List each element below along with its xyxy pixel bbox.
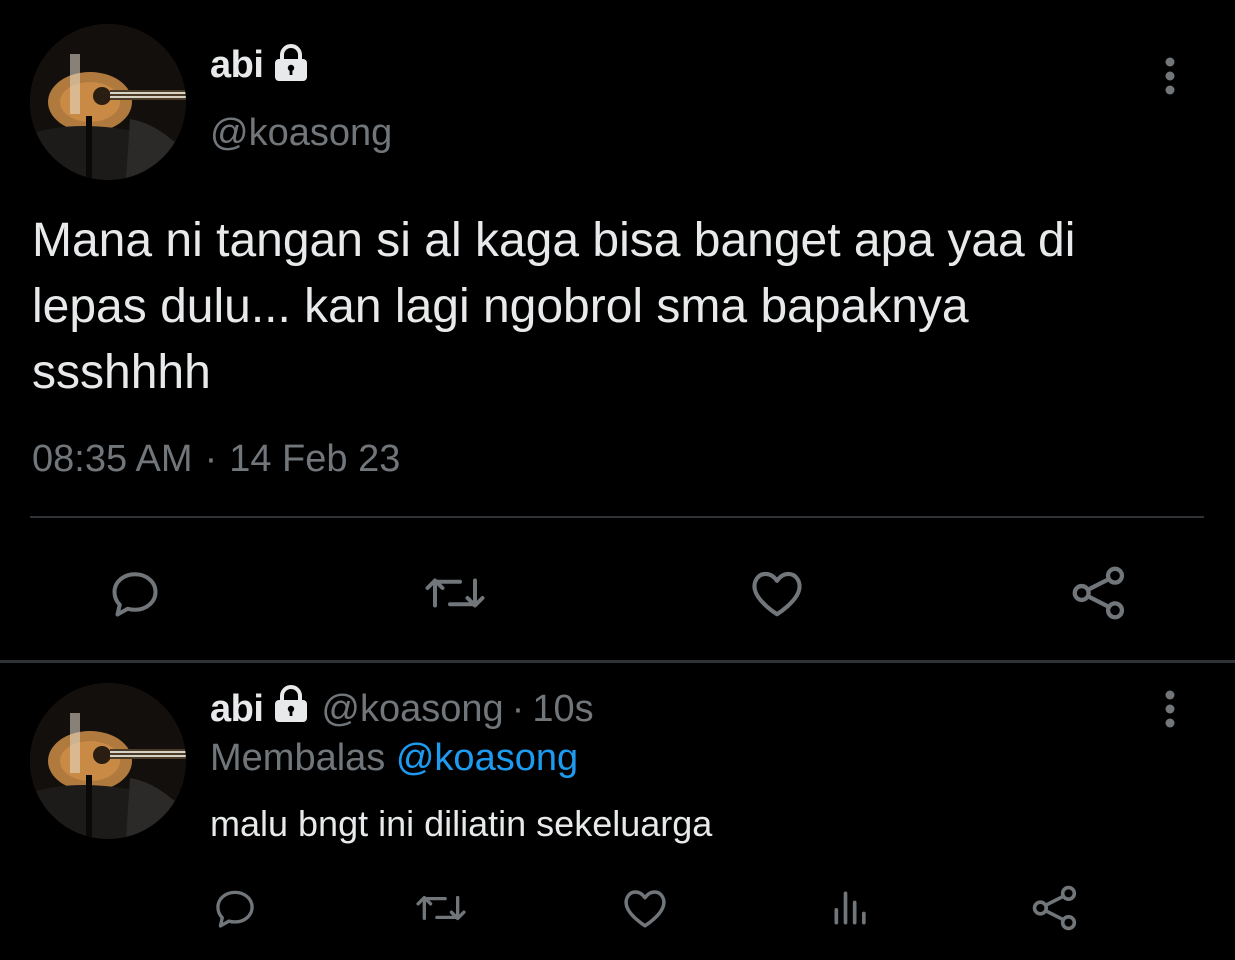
tweet-text: Mana ni tangan si al kaga bisa banget ap…	[32, 208, 1212, 406]
like-icon	[624, 890, 666, 928]
tweet-text-line: lepas dulu... kan lagi ngobrol sma bapak…	[32, 280, 969, 333]
tweet-detail-page: abi @koasong Mana ni tangan si al kaga b…	[0, 0, 1235, 960]
retweet-button[interactable]	[420, 558, 490, 628]
separator-dot: ·	[204, 438, 218, 480]
views-icon	[834, 891, 866, 925]
guitar-avatar-icon	[30, 683, 186, 839]
avatar[interactable]	[30, 24, 186, 180]
tweet-time: 08:35 AM	[32, 438, 193, 480]
more-options-icon[interactable]	[1164, 689, 1176, 734]
main-tweet: abi @koasong Mana ni tangan si al kaga b…	[0, 0, 1235, 662]
replying-label: Membalas	[210, 737, 386, 779]
share-button[interactable]	[1020, 878, 1090, 938]
reply-text: malu bngt ini diliatin sekeluarga	[210, 803, 713, 844]
reply-action-bar	[0, 878, 1235, 938]
reply-button[interactable]	[100, 558, 170, 628]
share-button[interactable]	[1064, 558, 1134, 628]
guitar-avatar-icon	[30, 24, 186, 180]
reply-tweet[interactable]: abi @koasong · 10s Membalas @koasong mal…	[0, 663, 1235, 960]
like-button[interactable]	[610, 878, 680, 938]
reply-header: abi @koasong · 10s	[210, 685, 594, 733]
retweet-button[interactable]	[406, 878, 476, 938]
views-button[interactable]	[816, 878, 886, 938]
reply-age: 10s	[532, 687, 594, 730]
reply-button[interactable]	[200, 878, 270, 938]
reply-meta: @koasong · 10s	[321, 688, 593, 731]
divider	[30, 516, 1204, 518]
replying-to: Membalas @koasong	[210, 737, 578, 780]
tweet-text-line: Mana ni tangan si al kaga bisa banget ap…	[32, 214, 1076, 267]
separator-dot: ·	[511, 687, 525, 730]
tweet-date: 14 Feb 23	[229, 438, 401, 480]
retweet-icon	[416, 895, 466, 921]
share-icon	[1072, 566, 1125, 620]
author-handle[interactable]: @koasong	[321, 688, 503, 731]
avatar[interactable]	[30, 683, 186, 839]
reply-icon	[112, 572, 158, 617]
timestamp[interactable]: 08:35 AM · 14 Feb 23	[32, 438, 400, 481]
reply-icon	[216, 890, 254, 928]
display-name[interactable]: abi	[210, 688, 264, 731]
author-handle[interactable]: @koasong	[210, 112, 392, 155]
mention-link[interactable]: @koasong	[396, 737, 578, 779]
author-name-row: abi	[210, 44, 311, 87]
lock-icon	[271, 44, 311, 87]
more-options-icon[interactable]	[1164, 56, 1176, 101]
tweet-text-line: ssshhhh	[32, 346, 211, 399]
tweet-action-bar	[0, 558, 1235, 628]
lock-icon	[271, 685, 311, 733]
display-name[interactable]: abi	[210, 44, 264, 87]
share-icon	[1032, 885, 1077, 931]
retweet-icon	[425, 578, 485, 608]
like-button[interactable]	[742, 558, 812, 628]
like-icon	[752, 571, 802, 617]
